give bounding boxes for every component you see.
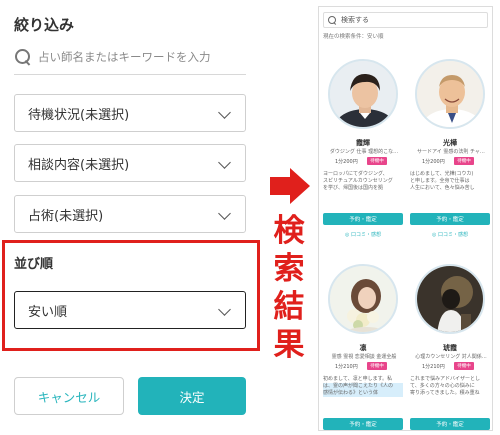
reserve-button[interactable]: 予約・鑑定 <box>323 213 403 225</box>
sort-order-dropdown[interactable]: 安い順 <box>14 291 246 329</box>
cancel-button[interactable]: キャンセル <box>14 377 124 415</box>
desc-line: て、多くの方々の心の悩みに <box>410 383 475 389</box>
card-categories: 霊感 霊視 恋愛相談 金運全般 <box>331 354 397 360</box>
reserve-button[interactable]: 予約・鑑定 <box>323 418 403 430</box>
confirm-button[interactable]: 決定 <box>138 377 246 415</box>
wait-status-dropdown[interactable]: 待機状況(未選択) <box>14 94 246 132</box>
status-badge: 待機中 <box>367 157 387 165</box>
annotation-char: 検 <box>273 213 305 249</box>
review-link[interactable]: ◎ 口コミ・感想 <box>321 231 405 238</box>
card-name: 光樺 <box>443 139 457 147</box>
filter-panel: 絞り込み 占い師名またはキーワードを入力 待機状況(未選択) 相談内容(未選択)… <box>0 0 262 435</box>
chevron-down-icon <box>218 156 231 169</box>
dropdown-label: 待機状況(未選択) <box>28 107 130 123</box>
desc-line: スピリチュアルカウンセリング <box>323 178 393 184</box>
search-condition-text: 現在の検索条件：安い順 <box>323 34 384 40</box>
card-categories: ダウジング 仕事 理想的こな… <box>329 149 399 155</box>
card-price: 1分200円 <box>422 159 445 165</box>
desc-line: 人生において、色々悩み苦し <box>410 185 475 191</box>
card-categories: サードアイ 霊感の法則 チャ… <box>417 149 485 155</box>
divider <box>14 74 246 75</box>
sort-value: 安い順 <box>28 304 68 320</box>
status-badge: 待機中 <box>454 362 474 370</box>
reserve-button[interactable]: 予約・鑑定 <box>410 418 490 430</box>
consultation-dropdown[interactable]: 相談内容(未選択) <box>14 144 246 182</box>
desc-line: これまで悩みアドバイザーとし <box>410 376 481 382</box>
card-name: 霞輝 <box>356 139 370 147</box>
right-arrow-icon <box>270 168 310 204</box>
divination-method-dropdown[interactable]: 占術(未選択) <box>14 195 246 233</box>
filter-title: 絞り込み <box>14 16 75 34</box>
status-badge: 待機中 <box>454 157 474 165</box>
card-description: これまで悩みアドバイザーとし て、多くの方々の心の悩みに 寄り添ってきました。積… <box>410 376 490 397</box>
desc-line: 寄り添ってきました。積み重ね <box>410 390 480 396</box>
card-price: 1分210円 <box>335 364 358 370</box>
chevron-down-icon <box>218 303 231 316</box>
annotation-char: 果 <box>273 327 305 363</box>
search-icon <box>328 15 337 25</box>
chevron-down-icon <box>218 106 231 119</box>
keyword-search-input[interactable]: 占い師名またはキーワードを入力 <box>14 46 246 68</box>
results-search-button[interactable]: 検索する <box>323 12 488 28</box>
status-badge: 待機中 <box>367 362 387 370</box>
sort-label: 並び順 <box>14 257 54 272</box>
desc-line: 初めまして、凛と申します。私 <box>323 376 393 382</box>
desc-line: ヨーロッパにてダウジング、 <box>323 171 388 177</box>
card-description: 初めまして、凛と申します。私 は、霊の声が聞こえたり《人の 感情が伝わる》という… <box>323 376 403 397</box>
search-placeholder: 占い師名またはキーワードを入力 <box>38 50 211 64</box>
annotation-char: 結 <box>273 289 305 325</box>
reserve-button[interactable]: 予約・鑑定 <box>410 213 490 225</box>
review-link[interactable]: ◎ 口コミ・感想 <box>408 231 492 238</box>
search-icon <box>14 48 32 66</box>
results-panel: 検索する 現在の検索条件：安い順 霞輝 ダウジング 仕事 理想的こな… 1分20… <box>318 6 493 431</box>
card-price: 1分200円 <box>335 159 358 165</box>
desc-line: と申します。全身で仕事は <box>410 178 470 184</box>
avatar <box>328 264 398 334</box>
avatar <box>328 59 398 129</box>
desc-line: を学び、帰国後は国内を拠 <box>323 185 384 191</box>
avatar <box>415 59 485 129</box>
card-description: ヨーロッパにてダウジング、 スピリチュアルカウンセリング を学び、帰国後は国内を… <box>323 171 403 192</box>
card-name: 琥霞 <box>443 344 457 352</box>
desc-line: 感情が伝わる》という体 <box>323 390 403 397</box>
annotation-char: 索 <box>273 251 305 287</box>
card-price: 1分210円 <box>422 364 445 370</box>
results-search-label: 検索する <box>341 16 369 24</box>
card-name: 凛 <box>359 344 367 352</box>
search-results-annotation: 検 索 結 果 <box>270 212 308 364</box>
desc-line: は、霊の声が聞こえたり《人の <box>323 383 403 390</box>
card-description: はじめまして、光樺(コウカ) と申します。全身で仕事は 人生において、色々悩み苦… <box>410 171 490 192</box>
desc-line: はじめまして、光樺(コウカ) <box>410 171 474 177</box>
chevron-down-icon <box>218 207 231 220</box>
card-categories: 心理カウンセリング 対人関係… <box>415 354 487 360</box>
dropdown-label: 占術(未選択) <box>28 208 104 224</box>
avatar <box>415 264 485 334</box>
dropdown-label: 相談内容(未選択) <box>28 157 130 173</box>
